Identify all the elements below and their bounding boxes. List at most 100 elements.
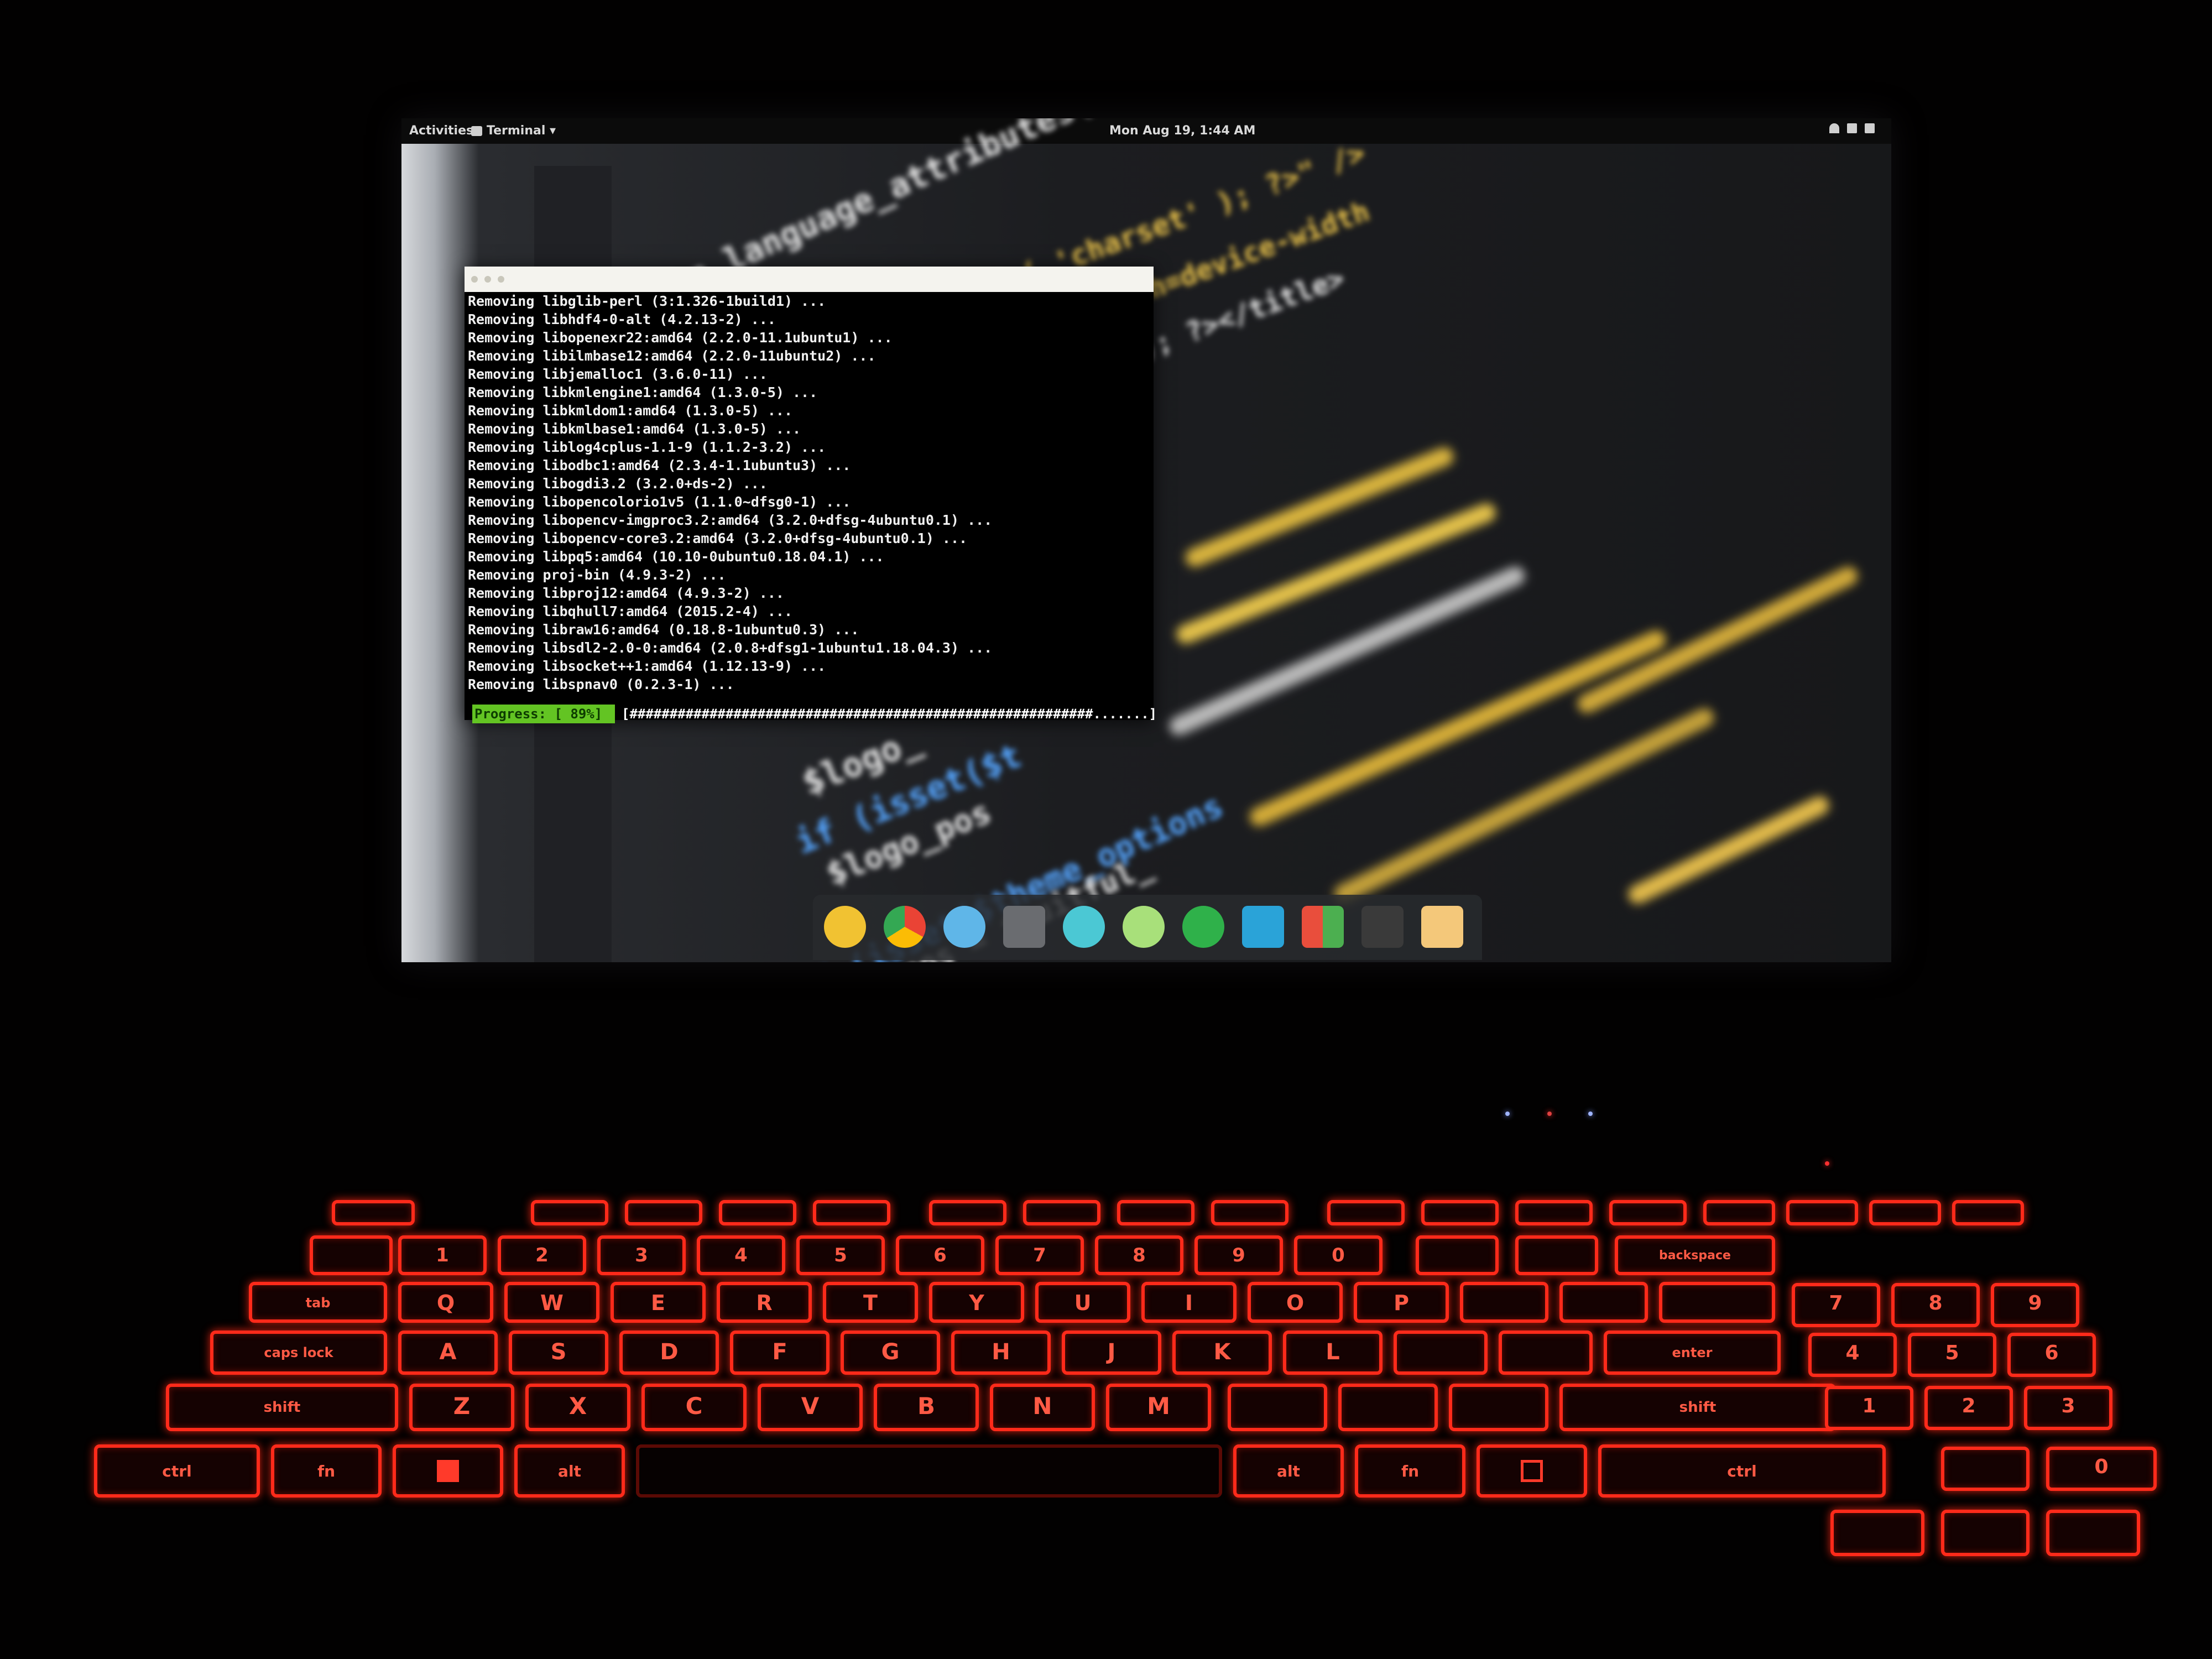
f12-key[interactable] bbox=[1609, 1200, 1687, 1225]
numpad-key-8[interactable]: 8 bbox=[1891, 1283, 1980, 1327]
arrow-left-key[interactable] bbox=[1830, 1510, 1924, 1556]
key-o[interactable]: O bbox=[1248, 1282, 1343, 1323]
enter-key[interactable]: enter bbox=[1604, 1331, 1781, 1375]
ctrl-right-key[interactable]: ctrl bbox=[1598, 1444, 1886, 1498]
f11-key[interactable] bbox=[1515, 1200, 1593, 1225]
ctrl-left-key[interactable]: ctrl bbox=[94, 1444, 260, 1498]
fn-left-key[interactable]: fn bbox=[271, 1444, 382, 1498]
key-4[interactable]: 4 bbox=[697, 1235, 785, 1275]
key-0[interactable]: 0 bbox=[1294, 1235, 1383, 1275]
numpad-key-0[interactable]: 0 bbox=[2046, 1447, 2157, 1491]
numpad-key-2[interactable]: 2 bbox=[1924, 1386, 2013, 1430]
windows-key[interactable] bbox=[393, 1444, 503, 1498]
key-5[interactable]: 5 bbox=[796, 1235, 885, 1275]
arrow-down-key[interactable] bbox=[1941, 1510, 2030, 1556]
f6-key[interactable] bbox=[1023, 1200, 1100, 1225]
f4-key[interactable] bbox=[813, 1200, 890, 1225]
f7-key[interactable] bbox=[1117, 1200, 1194, 1225]
key-d[interactable]: D bbox=[619, 1331, 719, 1375]
key-g[interactable]: G bbox=[841, 1331, 940, 1375]
fn-right-label: fn bbox=[1401, 1462, 1420, 1480]
key-h[interactable]: H bbox=[951, 1331, 1051, 1375]
backtick-key[interactable] bbox=[310, 1235, 393, 1275]
semicolon-key[interactable] bbox=[1394, 1331, 1488, 1375]
numpad-key-6[interactable]: 6 bbox=[2007, 1333, 2096, 1377]
shift-left-key[interactable]: shift bbox=[166, 1384, 398, 1431]
key-i[interactable]: I bbox=[1141, 1282, 1237, 1323]
key-f[interactable]: F bbox=[730, 1331, 830, 1375]
spacebar-key[interactable] bbox=[636, 1444, 1222, 1498]
key-p[interactable]: P bbox=[1354, 1282, 1449, 1323]
key-a[interactable]: A bbox=[398, 1331, 498, 1375]
bracket-left-key[interactable] bbox=[1460, 1282, 1548, 1323]
key-k[interactable]: K bbox=[1172, 1331, 1272, 1375]
key-x[interactable]: X bbox=[525, 1384, 630, 1431]
key-9[interactable]: 9 bbox=[1194, 1235, 1283, 1275]
end-key[interactable] bbox=[1952, 1200, 2024, 1225]
tab-key[interactable]: tab bbox=[249, 1282, 387, 1323]
menu-key[interactable] bbox=[1477, 1444, 1587, 1498]
backspace-label: backspace bbox=[1659, 1249, 1731, 1262]
numpad-key-9[interactable]: 9 bbox=[1991, 1283, 2079, 1327]
delete-key[interactable] bbox=[1786, 1200, 1858, 1225]
numpad-key-5[interactable]: 5 bbox=[1908, 1333, 1996, 1377]
numpad-label: 4 bbox=[1845, 1342, 1860, 1364]
f5-key[interactable] bbox=[929, 1200, 1006, 1225]
shift-right-key[interactable]: shift bbox=[1559, 1384, 1836, 1431]
fn-right-key[interactable]: fn bbox=[1355, 1444, 1465, 1498]
alt-right-key[interactable]: alt bbox=[1233, 1444, 1344, 1498]
bracket-right-key[interactable] bbox=[1559, 1282, 1648, 1323]
key-y[interactable]: Y bbox=[929, 1282, 1024, 1323]
key-2[interactable]: 2 bbox=[498, 1235, 586, 1275]
f3-key[interactable] bbox=[719, 1200, 796, 1225]
period-key[interactable] bbox=[1338, 1384, 1438, 1431]
key-n[interactable]: N bbox=[990, 1384, 1095, 1431]
key-8[interactable]: 8 bbox=[1095, 1235, 1183, 1275]
key-s[interactable]: S bbox=[509, 1331, 608, 1375]
f9-key[interactable] bbox=[1327, 1200, 1405, 1225]
minus-key[interactable] bbox=[1416, 1235, 1499, 1275]
equals-key[interactable] bbox=[1515, 1235, 1598, 1275]
f2-key[interactable] bbox=[625, 1200, 702, 1225]
arrow-up-key[interactable] bbox=[1941, 1447, 2030, 1491]
numpad-key-1[interactable]: 1 bbox=[1825, 1386, 1913, 1430]
quote-key[interactable] bbox=[1499, 1331, 1593, 1375]
enter-label: enter bbox=[1672, 1345, 1713, 1360]
ctrl-right-label: ctrl bbox=[1727, 1462, 1757, 1480]
key-j[interactable]: J bbox=[1062, 1331, 1161, 1375]
key-q[interactable]: Q bbox=[398, 1282, 493, 1323]
home-key[interactable] bbox=[1869, 1200, 1941, 1225]
backslash-key[interactable] bbox=[1659, 1282, 1775, 1323]
key-v[interactable]: V bbox=[758, 1384, 863, 1431]
key-b[interactable]: B bbox=[874, 1384, 979, 1431]
key-t[interactable]: T bbox=[823, 1282, 918, 1323]
backspace-key[interactable]: backspace bbox=[1615, 1235, 1775, 1275]
alt-left-key[interactable]: alt bbox=[514, 1444, 625, 1498]
key-m[interactable]: M bbox=[1106, 1384, 1211, 1431]
key-3[interactable]: 3 bbox=[597, 1235, 686, 1275]
comma-key[interactable] bbox=[1228, 1384, 1327, 1431]
f10-key[interactable] bbox=[1421, 1200, 1499, 1225]
key-w[interactable]: W bbox=[504, 1282, 599, 1323]
key-z[interactable]: Z bbox=[409, 1384, 514, 1431]
f1-key[interactable] bbox=[531, 1200, 608, 1225]
key-7[interactable]: 7 bbox=[995, 1235, 1084, 1275]
key-label: B bbox=[917, 1392, 935, 1420]
numpad-key-4[interactable]: 4 bbox=[1808, 1333, 1897, 1377]
f8-key[interactable] bbox=[1211, 1200, 1288, 1225]
esc-key[interactable] bbox=[332, 1200, 415, 1225]
arrow-right-key[interactable] bbox=[2046, 1510, 2140, 1556]
numpad-key-3[interactable]: 3 bbox=[2024, 1386, 2112, 1430]
key-6[interactable]: 6 bbox=[896, 1235, 984, 1275]
key-l[interactable]: L bbox=[1283, 1331, 1383, 1375]
slash-key[interactable] bbox=[1449, 1384, 1548, 1431]
caps-lock-key[interactable]: caps lock bbox=[210, 1331, 387, 1375]
insert-key[interactable] bbox=[1703, 1200, 1775, 1225]
key-u[interactable]: U bbox=[1035, 1282, 1130, 1323]
key-1[interactable]: 1 bbox=[398, 1235, 487, 1275]
key-r[interactable]: R bbox=[717, 1282, 812, 1323]
key-e[interactable]: E bbox=[611, 1282, 706, 1323]
numpad-key-7[interactable]: 7 bbox=[1792, 1283, 1880, 1327]
key-c[interactable]: C bbox=[641, 1384, 747, 1431]
key-label: U bbox=[1074, 1291, 1092, 1315]
